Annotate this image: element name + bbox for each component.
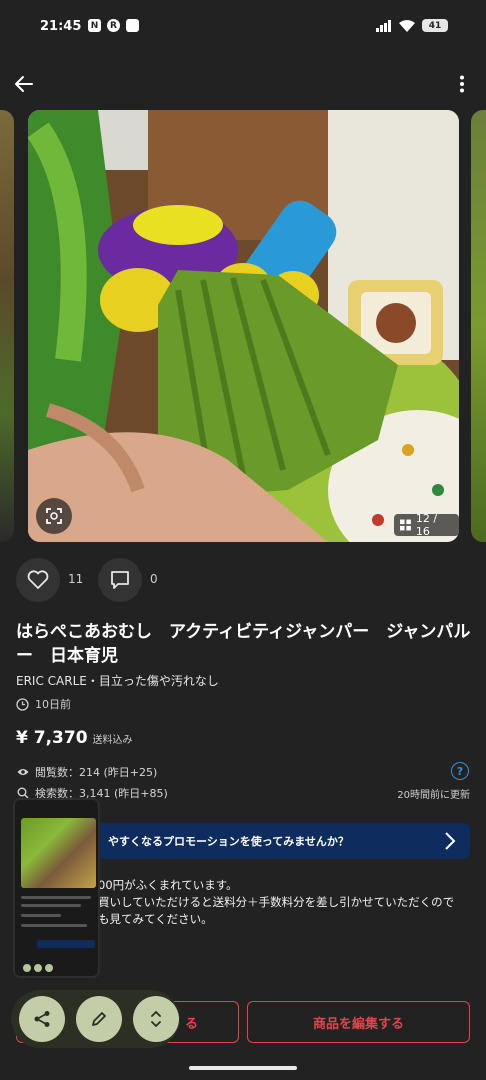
comment-icon [111, 571, 129, 589]
share-icon [34, 1011, 50, 1027]
scan-icon [46, 508, 62, 524]
pencil-icon [92, 1012, 106, 1026]
help-icon: ? [456, 764, 464, 778]
fee-info-line: 00円がふくまれています。 [98, 878, 238, 892]
signal-icon [376, 19, 391, 32]
like-button[interactable] [16, 558, 60, 602]
preview-banner [37, 940, 95, 948]
screenshot-preview[interactable] [13, 798, 100, 978]
preview-line [21, 904, 81, 907]
product-photo[interactable]: 12 / 16 [28, 110, 459, 542]
fee-info-line: 買いしていただけると送料分＋手数料分を差し引かせていただくので [98, 895, 455, 909]
help-button[interactable]: ? [451, 762, 469, 780]
shipping-note: 送料込み [92, 735, 133, 746]
share-button[interactable] [19, 996, 65, 1042]
back-arrow-icon [15, 76, 33, 92]
like-count: 11 [68, 572, 84, 586]
heart-icon [27, 570, 49, 589]
eye-icon [17, 769, 29, 775]
comment-button[interactable] [98, 558, 142, 602]
previous-photo[interactable] [0, 110, 14, 542]
updated-time: 20時間前に更新 [397, 790, 470, 801]
item-title: はらぺこあおむし アクティビティジャンパー ジャンパルー 日本育児 [16, 622, 471, 666]
home-indicator[interactable] [189, 1066, 297, 1070]
next-photo[interactable] [471, 110, 486, 542]
clock-icon [16, 697, 29, 711]
preview-line [21, 896, 91, 899]
screenshot-actions-bar [11, 990, 180, 1048]
status-bar: 21:45 N R 41 [0, 0, 486, 52]
listed-time: 10日前 [16, 696, 71, 712]
chevron-right-icon [445, 832, 456, 850]
comment-count: 0 [150, 572, 158, 586]
preview-dot [23, 964, 31, 972]
back-button[interactable] [8, 68, 40, 100]
preview-line [21, 924, 87, 927]
expand-button[interactable] [133, 996, 179, 1042]
notification-square-icon [126, 19, 139, 32]
image-scan-button[interactable] [36, 498, 72, 534]
listed-time-label: 10日前 [35, 698, 71, 711]
battery-icon: 41 [422, 19, 448, 32]
image-carousel[interactable]: 12 / 16 [0, 110, 486, 542]
more-vertical-icon [460, 75, 464, 93]
screenshot-preview-image [21, 818, 96, 888]
notification-app-icon: N [88, 19, 101, 32]
notification-app-icon: R [107, 19, 120, 32]
view-count: 閲覧数：214 (昨日+25) [17, 764, 157, 780]
preview-line [21, 914, 61, 917]
expand-icon [151, 1010, 161, 1028]
edit-screenshot-button[interactable] [76, 996, 122, 1042]
system-icons: 41 [376, 19, 448, 32]
notification-icons: N R [88, 19, 139, 32]
edit-item-button[interactable]: 商品を編集する [247, 1001, 470, 1043]
item-brand-condition: ERIC CARLE・目立った傷や汚れなし [16, 674, 219, 688]
fee-info-text: 00円がふくまれています。 買いしていただけると送料分＋手数料分を差し引かせてい… [98, 877, 468, 928]
fee-info-line: も見てみてください。 [98, 912, 213, 926]
photo-counter-label: 12 / 16 [415, 512, 438, 538]
product-photo-illustration [28, 110, 459, 542]
wifi-icon [399, 19, 415, 32]
preview-dot [34, 964, 42, 972]
promotion-banner-text: やすくなるプロモーションを使ってみませんか？ [108, 835, 349, 848]
gallery-grid-icon [400, 519, 411, 531]
view-count-label: 閲覧数：214 (昨日+25) [35, 766, 158, 779]
preview-dot [45, 964, 53, 972]
more-options-button[interactable] [450, 68, 474, 100]
price-row: ¥ 7,370 送料込み [16, 728, 133, 748]
status-time: 21:45 [40, 19, 82, 34]
photo-counter[interactable]: 12 / 16 [394, 512, 459, 538]
item-price: ¥ 7,370 [16, 728, 88, 748]
